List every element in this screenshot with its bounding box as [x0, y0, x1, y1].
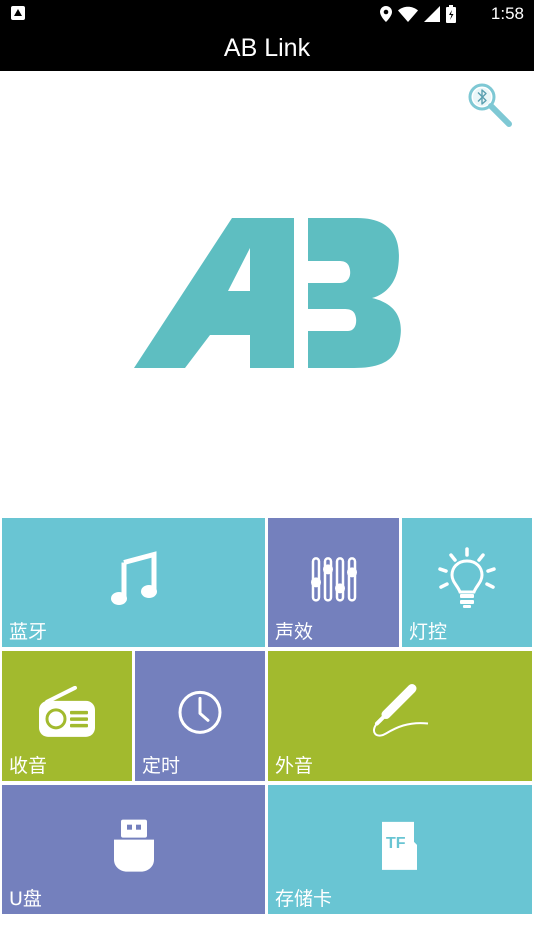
tile-label: U盘 [9, 888, 42, 910]
signal-icon [424, 6, 440, 22]
tile-bluetooth[interactable]: 蓝牙 [2, 518, 265, 647]
app-title: AB Link [223, 34, 311, 62]
battery-icon [446, 5, 456, 23]
tile-usb-disk[interactable]: U盘 [2, 785, 265, 914]
tile-label: 定时 [142, 755, 181, 777]
tile-tf-card[interactable]: TF 存储卡 [268, 785, 532, 914]
usb-drive-icon [113, 819, 154, 872]
tile-label: 存储卡 [275, 888, 333, 910]
bluetooth-search-button[interactable] [466, 83, 514, 131]
tile-timer[interactable]: 定时 [135, 651, 265, 781]
tile-label: 声效 [275, 621, 314, 643]
tile-label: 灯控 [409, 621, 448, 643]
location-icon [380, 6, 392, 22]
tile-label: 收音 [9, 755, 48, 777]
ab-logo [132, 213, 404, 373]
wifi-icon [398, 6, 418, 22]
radio-icon [39, 685, 95, 737]
audio-jack-icon [373, 684, 429, 737]
tile-aux-in[interactable]: 外音 [268, 651, 532, 781]
app-notification-icon [11, 6, 25, 20]
light-bulb-icon [438, 546, 496, 608]
tile-label: 外音 [275, 755, 314, 777]
svg-text:TF: TF [386, 834, 406, 851]
tf-card-icon: TF [382, 821, 417, 870]
bluetooth-search-icon [468, 83, 512, 127]
title-bar: AB Link [0, 28, 534, 71]
status-bar: 1:58 [0, 0, 534, 28]
status-time: 1:58 [490, 4, 524, 23]
tile-label: 蓝牙 [9, 621, 48, 643]
clock-icon [178, 690, 222, 734]
tile-radio[interactable]: 收音 [2, 651, 132, 781]
status-icons [380, 4, 456, 24]
music-note-icon [110, 550, 157, 605]
tile-light-control[interactable]: 灯控 [402, 518, 532, 647]
tile-sound-effects[interactable]: 声效 [268, 518, 399, 647]
equalizer-icon [310, 556, 357, 602]
